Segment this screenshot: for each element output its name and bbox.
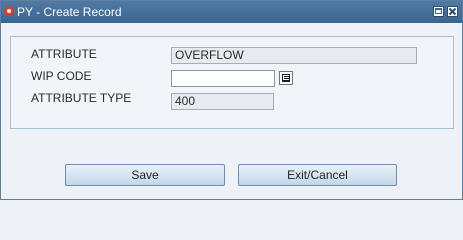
title-bar[interactable]: PY - Create Record (1, 1, 462, 23)
create-record-dialog: PY - Create Record ATTRIBUTE OVERFLOW WI… (0, 0, 463, 200)
attribute-type-label: ATTRIBUTE TYPE (31, 91, 132, 105)
restore-icon[interactable] (433, 6, 444, 17)
wip-code-input[interactable] (171, 70, 275, 87)
close-icon[interactable] (447, 6, 458, 17)
record-form: ATTRIBUTE OVERFLOW WIP CODE ATTRIBUTE TY… (10, 36, 454, 129)
window-title: PY - Create Record (17, 5, 122, 19)
attribute-label: ATTRIBUTE (31, 47, 97, 61)
wip-code-label: WIP CODE (31, 69, 92, 83)
attribute-field: OVERFLOW (171, 47, 417, 64)
save-button[interactable]: Save (65, 164, 225, 186)
oracle-logo-icon (4, 6, 14, 16)
attribute-type-field: 400 (171, 93, 274, 110)
exit-cancel-button[interactable]: Exit/Cancel (238, 164, 397, 186)
list-of-values-icon[interactable] (279, 71, 293, 85)
